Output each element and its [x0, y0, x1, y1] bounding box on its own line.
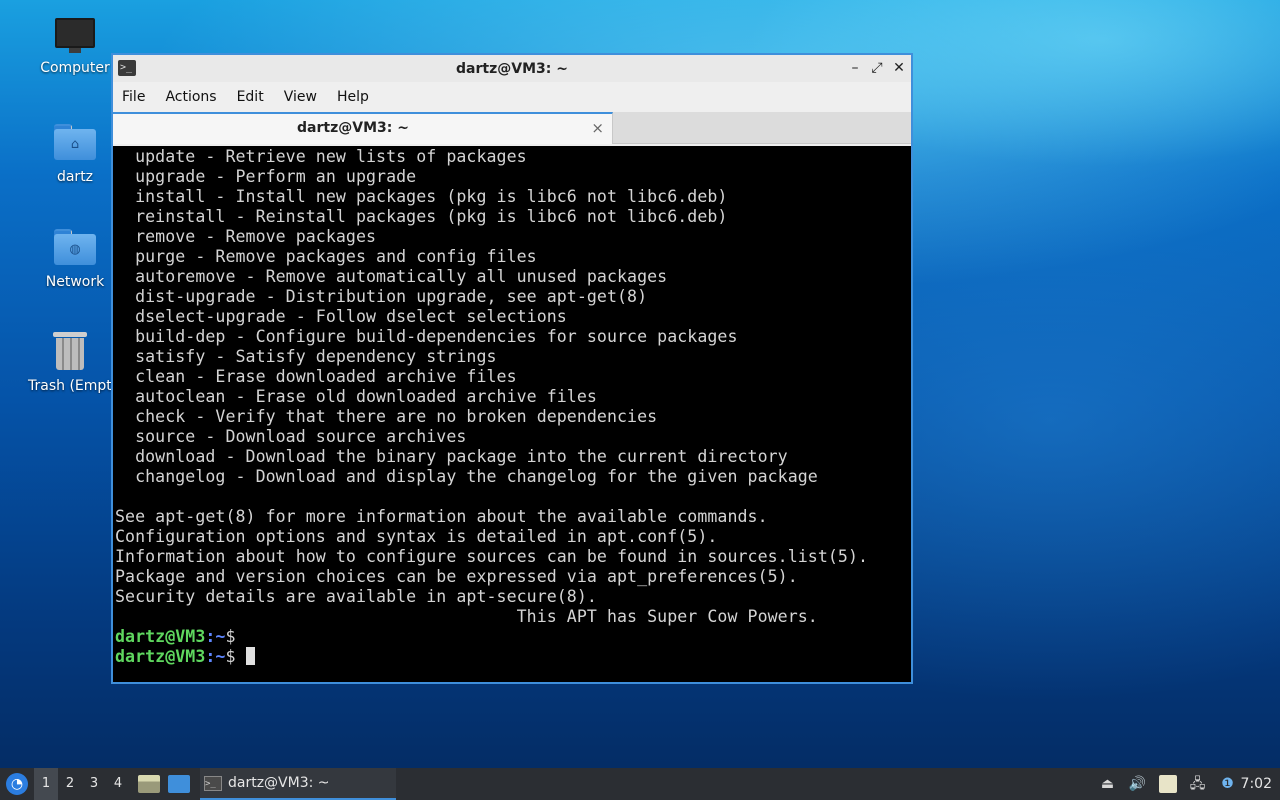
tab-bar: dartz@VM3: ~ × — [113, 112, 911, 144]
tab-close-icon[interactable]: × — [591, 119, 604, 137]
terminal-line: changelog - Download and display the cha… — [115, 467, 818, 486]
terminal-window: >_ dartz@VM3: ~ – ⤢ ✕ File Actions Edit … — [111, 53, 913, 684]
trash-icon — [53, 330, 87, 370]
terminal-line: satisfy - Satisfy dependency strings — [115, 347, 497, 366]
system-tray: ⏏ 🔊 🖧 ❶ 7:02 — [1099, 768, 1280, 800]
prompt-path: :~ — [205, 647, 226, 666]
terminal-output[interactable]: update - Retrieve new lists of packages … — [113, 146, 911, 682]
menubar: File Actions Edit View Help — [113, 82, 911, 112]
terminal-line: check - Verify that there are no broken … — [115, 407, 658, 426]
desktop-icon-computer[interactable]: Computer — [25, 18, 125, 76]
menu-file[interactable]: File — [122, 89, 145, 105]
desktop-icon-trash[interactable]: Trash (Empt — [22, 330, 118, 394]
desktop-icon-home[interactable]: ⌂ dartz — [25, 124, 125, 185]
network-icon[interactable]: 🖧 — [1189, 775, 1207, 793]
terminal-line: Security details are available in apt-se… — [115, 587, 597, 606]
terminal-line: Information about how to configure sourc… — [115, 547, 869, 566]
prompt-symbol: $ — [225, 627, 236, 646]
terminal-line: remove - Remove packages — [115, 227, 377, 246]
terminal-line: autoclean - Erase old downloaded archive… — [115, 387, 597, 406]
terminal-line: update - Retrieve new lists of packages — [115, 147, 527, 166]
terminal-icon: >_ — [204, 775, 222, 791]
file-manager-icon[interactable] — [138, 775, 160, 793]
terminal-line: clean - Erase downloaded archive files — [115, 367, 517, 386]
desktop-icon-label: Computer — [40, 60, 110, 76]
minimize-button[interactable]: – — [847, 59, 863, 77]
maximize-button[interactable]: ⤢ — [869, 59, 885, 77]
task-label: dartz@VM3: ~ — [228, 775, 330, 791]
workspace-2[interactable]: 2 — [58, 768, 82, 800]
workspace-4[interactable]: 4 — [106, 768, 130, 800]
network-folder-icon: ◍ — [54, 229, 96, 265]
workspace-3[interactable]: 3 — [82, 768, 106, 800]
text-cursor — [245, 647, 255, 665]
terminal-line: purge - Remove packages and config files — [115, 247, 537, 266]
terminal-line: source - Download source archives — [115, 427, 467, 446]
menu-help[interactable]: Help — [337, 89, 369, 105]
desktop-icon-network[interactable]: ◍ Network — [25, 229, 125, 290]
prompt-symbol: $ — [225, 647, 236, 666]
update-notifier-icon[interactable]: ❶ — [1219, 775, 1237, 793]
menu-actions[interactable]: Actions — [165, 89, 216, 105]
terminal-line: dselect-upgrade - Follow dselect selecti… — [115, 307, 567, 326]
terminal-line: This APT has Super Cow Powers. — [115, 607, 818, 626]
terminal-line: Configuration options and syntax is deta… — [115, 527, 718, 546]
prompt-user: dartz@VM3 — [115, 627, 206, 646]
clipboard-icon[interactable] — [1158, 775, 1177, 793]
monitor-icon — [55, 18, 95, 53]
terminal-line: Package and version choices can be expre… — [115, 567, 798, 586]
lubuntu-logo-icon: ◔ — [6, 773, 28, 795]
menu-view[interactable]: View — [284, 89, 317, 105]
terminal-line: upgrade - Perform an upgrade — [115, 167, 417, 186]
desktop-icon-label: Network — [45, 274, 105, 290]
terminal-line: See apt-get(8) for more information abou… — [115, 507, 768, 526]
terminal-line: install - Install new packages (pkg is l… — [115, 187, 728, 206]
prompt-line-active[interactable]: dartz@VM3:~$ — [115, 647, 911, 667]
window-title: dartz@VM3: ~ — [456, 60, 568, 77]
terminal-line: dist-upgrade - Distribution upgrade, see… — [115, 287, 648, 306]
taskbar-task-terminal[interactable]: >_ dartz@VM3: ~ — [200, 768, 396, 800]
window-titlebar[interactable]: >_ dartz@VM3: ~ – ⤢ ✕ — [113, 55, 911, 82]
terminal-line: download - Download the binary package i… — [115, 447, 788, 466]
prompt-user: dartz@VM3 — [115, 647, 206, 666]
home-folder-icon: ⌂ — [54, 124, 96, 160]
terminal-icon: >_ — [118, 60, 136, 76]
tab-terminal[interactable]: dartz@VM3: ~ × — [113, 112, 613, 144]
terminal-line: reinstall - Reinstall packages (pkg is l… — [115, 207, 728, 226]
eject-icon[interactable]: ⏏ — [1099, 775, 1117, 793]
taskbar: ◔ 1 2 3 4 >_ dartz@VM3: ~ ⏏ 🔊 🖧 ❶ 7:02 — [0, 768, 1280, 800]
prompt-line: dartz@VM3:~$ — [115, 627, 911, 647]
tab-label: dartz@VM3: ~ — [297, 120, 409, 136]
desktop-icon-label: dartz — [56, 169, 94, 185]
start-menu-button[interactable]: ◔ — [2, 768, 32, 800]
prompt-path: :~ — [205, 627, 226, 646]
menu-edit[interactable]: Edit — [237, 89, 264, 105]
volume-icon[interactable]: 🔊 — [1129, 775, 1147, 793]
show-desktop-icon[interactable] — [168, 775, 190, 793]
terminal-line: autoremove - Remove automatically all un… — [115, 267, 668, 286]
close-button[interactable]: ✕ — [891, 59, 907, 77]
clock[interactable]: 7:02 — [1241, 776, 1272, 792]
terminal-line: build-dep - Configure build-dependencies… — [115, 327, 738, 346]
desktop-icon-label: Trash (Empt — [28, 378, 112, 394]
workspace-1[interactable]: 1 — [34, 768, 58, 800]
